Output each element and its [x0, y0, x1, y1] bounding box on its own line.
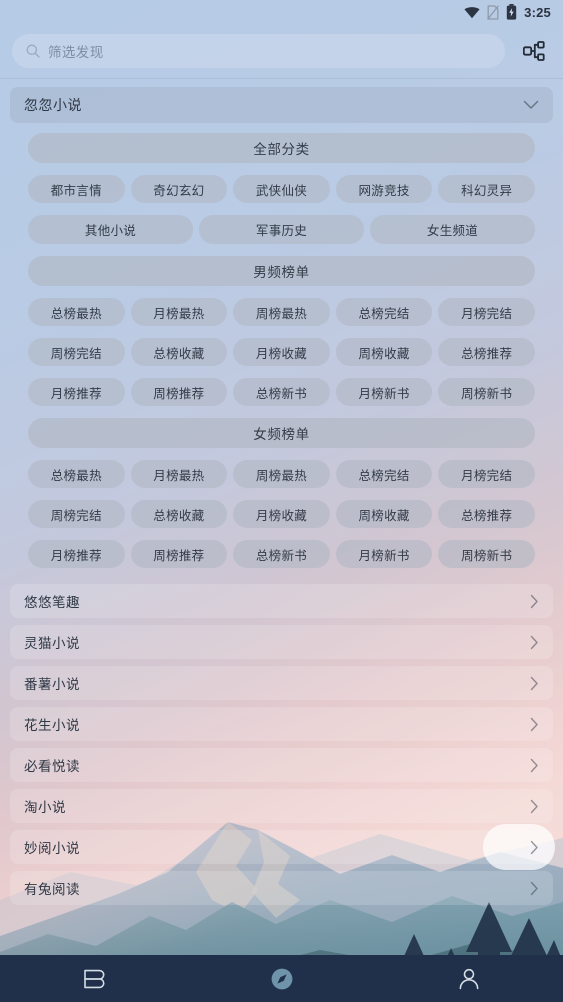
category-chip[interactable]: 周榜新书 [438, 540, 535, 568]
category-chip[interactable]: 月榜最热 [130, 298, 228, 326]
category-chip[interactable]: 月榜完结 [438, 460, 535, 488]
category-chip[interactable]: 总榜收藏 [130, 338, 228, 366]
expanded-source-name: 忽忽小说 [24, 97, 82, 113]
category-chip[interactable]: 总榜完结 [335, 298, 433, 326]
chevron-right-icon [530, 676, 538, 690]
source-list: 悠悠笔趣灵猫小说番薯小说花生小说必看悦读淘小说妙阅小说有兔阅读 [0, 580, 563, 905]
category-chip[interactable]: 周榜推荐 [130, 540, 228, 568]
category-chip[interactable]: 总榜完结 [335, 460, 433, 488]
chevron-right-icon [530, 799, 538, 813]
category-chip[interactable]: 奇幻玄幻 [130, 175, 228, 203]
chip-row: 周榜完结 总榜收藏 月榜收藏 周榜收藏 总榜推荐 [28, 500, 535, 528]
category-chip[interactable]: 月榜推荐 [28, 378, 125, 406]
category-chip[interactable]: 月榜新书 [335, 540, 433, 568]
expanded-source-header[interactable]: 忽忽小说 [10, 87, 553, 123]
category-chip[interactable]: 周榜最热 [233, 460, 330, 488]
category-chip[interactable]: 周榜推荐 [130, 378, 228, 406]
category-chip[interactable]: 总榜收藏 [130, 500, 228, 528]
status-bar: 3:25 [0, 0, 563, 24]
chevron-right-icon [530, 881, 538, 895]
category-chip[interactable]: 总榜新书 [233, 378, 330, 406]
category-chip[interactable]: 周榜最热 [233, 298, 330, 326]
source-list-item[interactable]: 有兔阅读 [10, 871, 553, 905]
expanded-source-panel: 忽忽小说 全部分类 都市言情 奇幻玄幻 武侠仙侠 网游竞技 科幻灵异 其他小说 军事历史 女生频… [0, 87, 563, 568]
source-list-item-label: 淘小说 [24, 800, 66, 815]
chip-row: 总榜最热 月榜最热 周榜最热 总榜完结 月榜完结 [28, 298, 535, 326]
search-icon [26, 44, 40, 58]
category-chip[interactable]: 周榜收藏 [335, 338, 433, 366]
compass-discover-icon [271, 968, 292, 989]
source-list-item[interactable]: 妙阅小说 [10, 824, 555, 870]
category-chip[interactable]: 月榜收藏 [233, 338, 330, 366]
status-bar-clock: 3:25 [524, 4, 551, 20]
nav-discover[interactable] [188, 955, 376, 1002]
source-list-item-label: 灵猫小说 [24, 636, 80, 651]
person-profile-icon [459, 968, 479, 989]
sim-card-off-icon [487, 4, 500, 20]
category-chip[interactable]: 科幻灵异 [438, 175, 535, 203]
category-chip[interactable]: 女生频道 [370, 215, 535, 244]
section-chip[interactable]: 全部分类 [28, 133, 535, 163]
category-chip[interactable]: 总榜最热 [28, 460, 125, 488]
category-chip[interactable]: 周榜新书 [438, 378, 535, 406]
source-list-item[interactable]: 灵猫小说 [10, 625, 553, 659]
source-list-item[interactable]: 番薯小说 [10, 666, 553, 700]
nav-profile[interactable] [375, 955, 563, 1002]
chevron-right-icon [530, 758, 538, 772]
category-chip[interactable]: 周榜完结 [28, 500, 125, 528]
category-chip[interactable]: 周榜收藏 [335, 500, 433, 528]
category-chip[interactable]: 总榜最热 [28, 298, 125, 326]
chevron-right-icon [530, 635, 538, 649]
source-list-item[interactable]: 悠悠笔趣 [10, 584, 553, 618]
category-chip[interactable]: 军事历史 [199, 215, 364, 244]
chevron-down-icon[interactable] [523, 100, 539, 110]
category-chip[interactable]: 月榜收藏 [233, 500, 330, 528]
chip-row: 总榜最热 月榜最热 周榜最热 总榜完结 月榜完结 [28, 460, 535, 488]
category-chip[interactable]: 月榜完结 [438, 298, 535, 326]
source-list-item-label: 花生小说 [24, 718, 80, 733]
category-chip[interactable]: 武侠仙侠 [233, 175, 330, 203]
header-search-row: 筛选发现 [0, 24, 563, 78]
category-chip[interactable]: 总榜推荐 [438, 338, 535, 366]
category-chip[interactable]: 月榜推荐 [28, 540, 125, 568]
bottom-navigation-bar [0, 955, 563, 1002]
category-chip[interactable]: 总榜推荐 [438, 500, 535, 528]
chip-row: 月榜推荐 周榜推荐 总榜新书 月榜新书 周榜新书 [28, 378, 535, 406]
source-list-item-label: 有兔阅读 [24, 882, 80, 897]
nav-bookshelf[interactable] [0, 955, 188, 1002]
source-list-item[interactable]: 花生小说 [10, 707, 553, 741]
chevron-right-icon [530, 840, 538, 854]
section-chip[interactable]: 女频榜单 [28, 418, 535, 448]
chevron-right-icon [530, 594, 538, 608]
section-chip[interactable]: 男频榜单 [28, 256, 535, 286]
source-list-item-label: 悠悠笔趣 [24, 595, 80, 610]
category-chip[interactable]: 总榜新书 [233, 540, 330, 568]
category-groups: 全部分类 都市言情 奇幻玄幻 武侠仙侠 网游竞技 科幻灵异 其他小说 军事历史 女生频道 男频榜单… [10, 133, 553, 568]
search-input[interactable]: 筛选发现 [12, 34, 505, 68]
sitemap-filter-icon[interactable] [517, 34, 551, 68]
chip-row: 都市言情 奇幻玄幻 武侠仙侠 网游竞技 科幻灵异 [28, 175, 535, 203]
chip-row: 周榜完结 总榜收藏 月榜收藏 周榜收藏 总榜推荐 [28, 338, 535, 366]
source-list-item-label: 妙阅小说 [24, 841, 80, 856]
category-chip[interactable]: 都市言情 [28, 175, 125, 203]
bookshelf-icon [84, 969, 105, 988]
category-chip[interactable]: 周榜完结 [28, 338, 125, 366]
source-list-item-label: 必看悦读 [24, 759, 80, 774]
category-chip[interactable]: 月榜新书 [335, 378, 433, 406]
category-chip[interactable]: 月榜最热 [130, 460, 228, 488]
source-list-item[interactable]: 必看悦读 [10, 748, 553, 782]
wifi-icon [464, 6, 480, 18]
source-list-item[interactable]: 淘小说 [10, 789, 553, 823]
discover-content: 忽忽小说 全部分类 都市言情 奇幻玄幻 武侠仙侠 网游竞技 科幻灵异 其他小说 军事历史 女生频… [0, 79, 563, 905]
battery-charging-icon [506, 4, 517, 20]
search-placeholder: 筛选发现 [48, 45, 104, 60]
category-chip[interactable]: 网游竞技 [335, 175, 433, 203]
chip-row: 其他小说 军事历史 女生频道 [28, 215, 535, 244]
chip-row: 月榜推荐 周榜推荐 总榜新书 月榜新书 周榜新书 [28, 540, 535, 568]
category-chip[interactable]: 其他小说 [28, 215, 193, 244]
source-list-item-label: 番薯小说 [24, 677, 80, 692]
chevron-right-icon [530, 717, 538, 731]
